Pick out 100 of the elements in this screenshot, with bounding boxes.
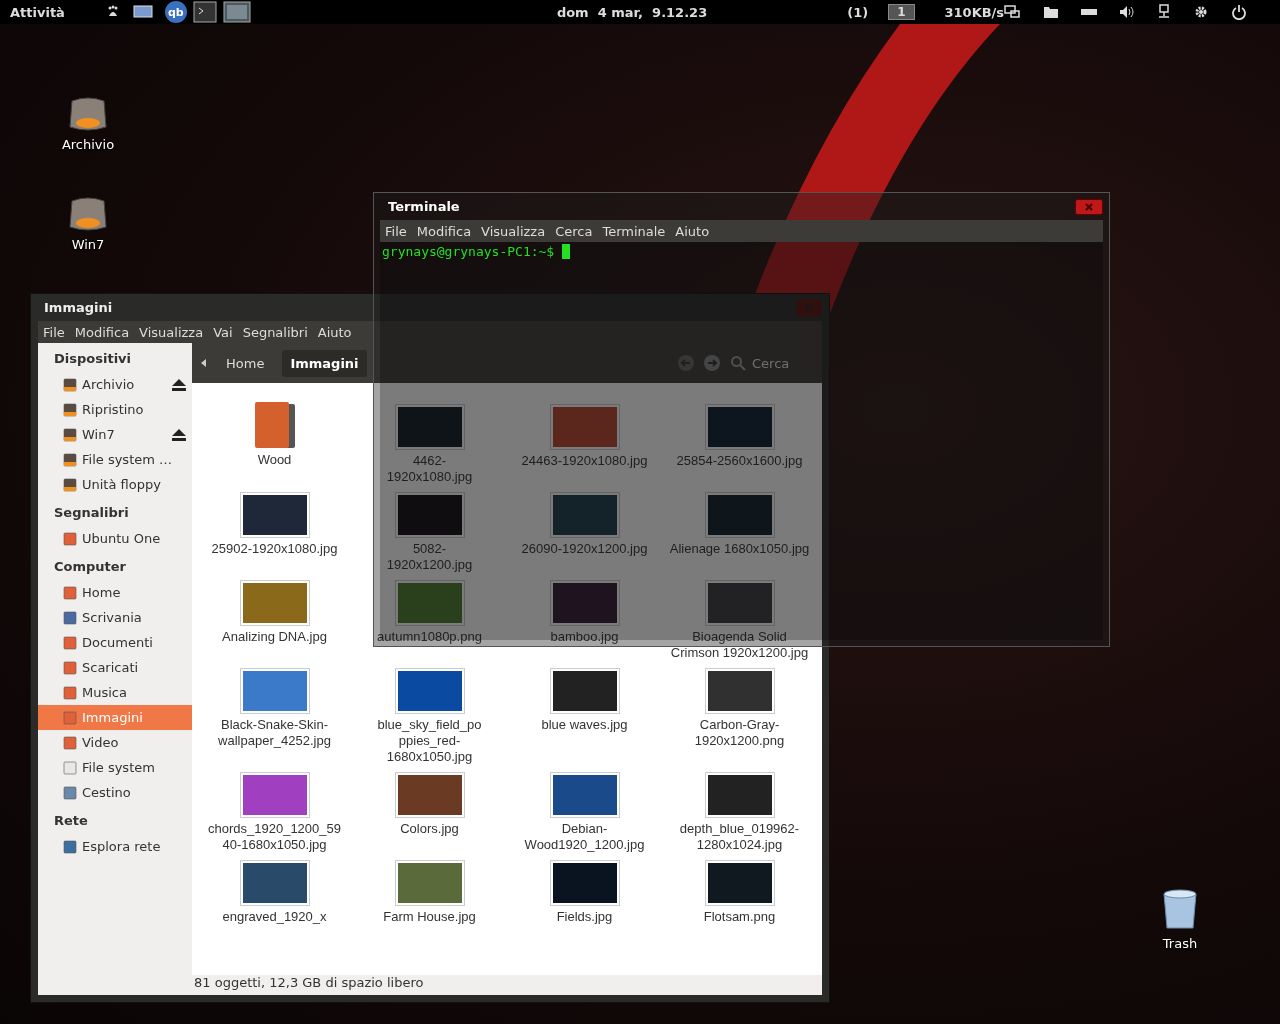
- sidebar-item[interactable]: Scaricati: [38, 655, 192, 680]
- file-name[interactable]: 25854-2560x1600.jpg: [669, 453, 810, 469]
- terminal-icon[interactable]: [192, 1, 217, 23]
- drive-icon: [62, 476, 78, 493]
- file-name[interactable]: Bioagenda Solid Crimson 1920x1200.jpg: [669, 629, 810, 661]
- power-icon[interactable]: [1231, 4, 1248, 20]
- monitor-icon[interactable]: [132, 4, 153, 20]
- file-name[interactable]: 26090-1920x1200.jpg: [514, 541, 655, 557]
- activities-button[interactable]: Attività: [10, 4, 65, 20]
- file-name[interactable]: chords_1920_1200_5940-1680x1050.jpg: [204, 821, 345, 853]
- workspace-indicator[interactable]: 1: [888, 4, 915, 20]
- file-name[interactable]: Debian-Wood1920_1200.jpg: [514, 821, 655, 853]
- sidebar-item[interactable]: Home: [38, 580, 192, 605]
- breadcrumb-button[interactable]: Home: [218, 349, 273, 377]
- photo-placeholder[interactable]: [705, 861, 774, 905]
- photo-placeholder[interactable]: [550, 861, 619, 905]
- photo-placeholder[interactable]: [395, 669, 464, 713]
- photo-placeholder[interactable]: [395, 773, 464, 817]
- status-bar-text: 81 oggetti, 12,3 GB di spazio libero: [192, 975, 822, 995]
- menu-item[interactable]: Aiuto: [670, 223, 715, 239]
- file-name[interactable]: Wood: [204, 452, 345, 468]
- network-monitor-icon[interactable]: [1004, 5, 1021, 19]
- menu-item[interactable]: Aiuto: [312, 324, 357, 340]
- sidebar-heading: Segnalibri: [53, 504, 130, 522]
- file-name[interactable]: 5082-1920x1200.jpg: [376, 541, 483, 573]
- text-cursor: [562, 244, 571, 259]
- sidebar-item[interactable]: Win7: [38, 422, 192, 447]
- menu-item[interactable]: Visualizza: [134, 324, 209, 340]
- photo-placeholder[interactable]: [550, 773, 619, 817]
- file-name[interactable]: blue waves.jpg: [514, 717, 655, 733]
- desktop-icon-label[interactable]: Win7: [71, 237, 105, 252]
- file-name[interactable]: Carbon-Gray-1920x1200.png: [669, 717, 810, 749]
- sidebar-item[interactable]: Ripristino: [38, 397, 192, 422]
- desktop-icon-label[interactable]: Archivio: [61, 137, 115, 152]
- file-name[interactable]: Black-Snake-Skin-wallpaper_4252.jpg: [204, 717, 345, 749]
- screen-icon[interactable]: [222, 1, 251, 23]
- photo-placeholder[interactable]: [705, 669, 774, 713]
- wired-network-icon[interactable]: [1157, 4, 1172, 20]
- drive-icon: [62, 426, 78, 443]
- sidebar-heading: Dispositivi: [53, 350, 133, 368]
- file-name[interactable]: 25902-1920x1080.jpg: [204, 541, 345, 557]
- file-name[interactable]: depth_blue_019962-1280x1024.jpg: [669, 821, 810, 853]
- scroll-left-icon[interactable]: [200, 359, 208, 367]
- battery-icon[interactable]: [1081, 8, 1098, 16]
- app-launcher-button[interactable]: qb: [164, 1, 187, 23]
- menu-item[interactable]: Modifica: [411, 223, 477, 239]
- search-field[interactable]: Cerca: [750, 354, 814, 372]
- notification-count[interactable]: (1): [847, 4, 869, 20]
- page-icon: [62, 759, 78, 776]
- eject-icon[interactable]: [172, 428, 186, 441]
- sidebar-item[interactable]: Video: [38, 730, 192, 755]
- file-name[interactable]: Analizing DNA.jpg: [204, 629, 345, 645]
- menu-item[interactable]: File: [38, 324, 70, 340]
- network-speed: 310KB/s: [944, 4, 1005, 20]
- clock[interactable]: dom 4 mar, 9.12.23: [556, 4, 708, 20]
- volume-icon[interactable]: [1119, 5, 1136, 19]
- close-icon[interactable]: [1075, 198, 1103, 215]
- sidebar-item[interactable]: Unità floppy: [38, 472, 192, 497]
- sidebar-item[interactable]: Scrivania: [38, 605, 192, 630]
- file-name[interactable]: 24463-1920x1080.jpg: [514, 453, 655, 469]
- menu-item[interactable]: File: [380, 223, 412, 239]
- file-name[interactable]: Alienage 1680x1050.jpg: [669, 541, 810, 557]
- sidebar-item[interactable]: Esplora rete: [38, 834, 192, 859]
- file-name[interactable]: blue_sky_field_poppies_red-1680x1050.jpg: [376, 717, 483, 765]
- menu-item[interactable]: Terminale: [597, 223, 671, 239]
- drive-icon: [62, 401, 78, 418]
- file-name[interactable]: Colors.jpg: [376, 821, 483, 837]
- eject-icon[interactable]: [172, 378, 186, 391]
- sidebar-item[interactable]: Ubuntu One: [38, 526, 192, 551]
- sidebar-item[interactable]: Documenti: [38, 630, 192, 655]
- terminal-prompt: grynays@grynays-PC1:~$: [382, 244, 555, 259]
- file-name[interactable]: 4462-1920x1080.jpg: [376, 453, 483, 485]
- photo-placeholder[interactable]: [240, 861, 309, 905]
- drive-icon[interactable]: [68, 95, 108, 133]
- photo-placeholder[interactable]: [550, 669, 619, 713]
- window-title: Terminale: [388, 199, 460, 214]
- sidebar-item[interactable]: File system: [38, 755, 192, 780]
- menu-item[interactable]: Modifica: [69, 324, 135, 340]
- file-name[interactable]: Fields.jpg: [514, 909, 655, 925]
- sidebar-item[interactable]: Cestino: [38, 780, 192, 805]
- file-name[interactable]: autumn1080p.png: [376, 629, 483, 645]
- file-name[interactable]: bamboo.jpg: [514, 629, 655, 645]
- window-title: Immagini: [44, 300, 113, 315]
- file-name[interactable]: Farm House.jpg: [376, 909, 483, 925]
- photo-placeholder[interactable]: [240, 493, 309, 537]
- sidebar-heading: Computer: [53, 558, 128, 576]
- menu-item[interactable]: Vai: [208, 324, 238, 340]
- menu-item[interactable]: Visualizza: [476, 223, 551, 239]
- menu-item[interactable]: Segnalibri: [237, 324, 313, 340]
- breadcrumb-button[interactable]: Immagini: [282, 349, 367, 377]
- sidebar-item[interactable]: Musica: [38, 680, 192, 705]
- drive-icon[interactable]: [68, 195, 108, 233]
- menu-item[interactable]: Cerca: [550, 223, 598, 239]
- drive-icon: [62, 376, 78, 393]
- sidebar-item[interactable]: Archivio: [38, 372, 192, 397]
- file-name[interactable]: Flotsam.png: [669, 909, 810, 925]
- desktop-icon-label[interactable]: Trash: [1162, 936, 1198, 951]
- file-name[interactable]: engraved_1920_x: [204, 909, 345, 925]
- sidebar-item[interactable]: File system …: [38, 447, 192, 472]
- photo-placeholder[interactable]: [705, 773, 774, 817]
